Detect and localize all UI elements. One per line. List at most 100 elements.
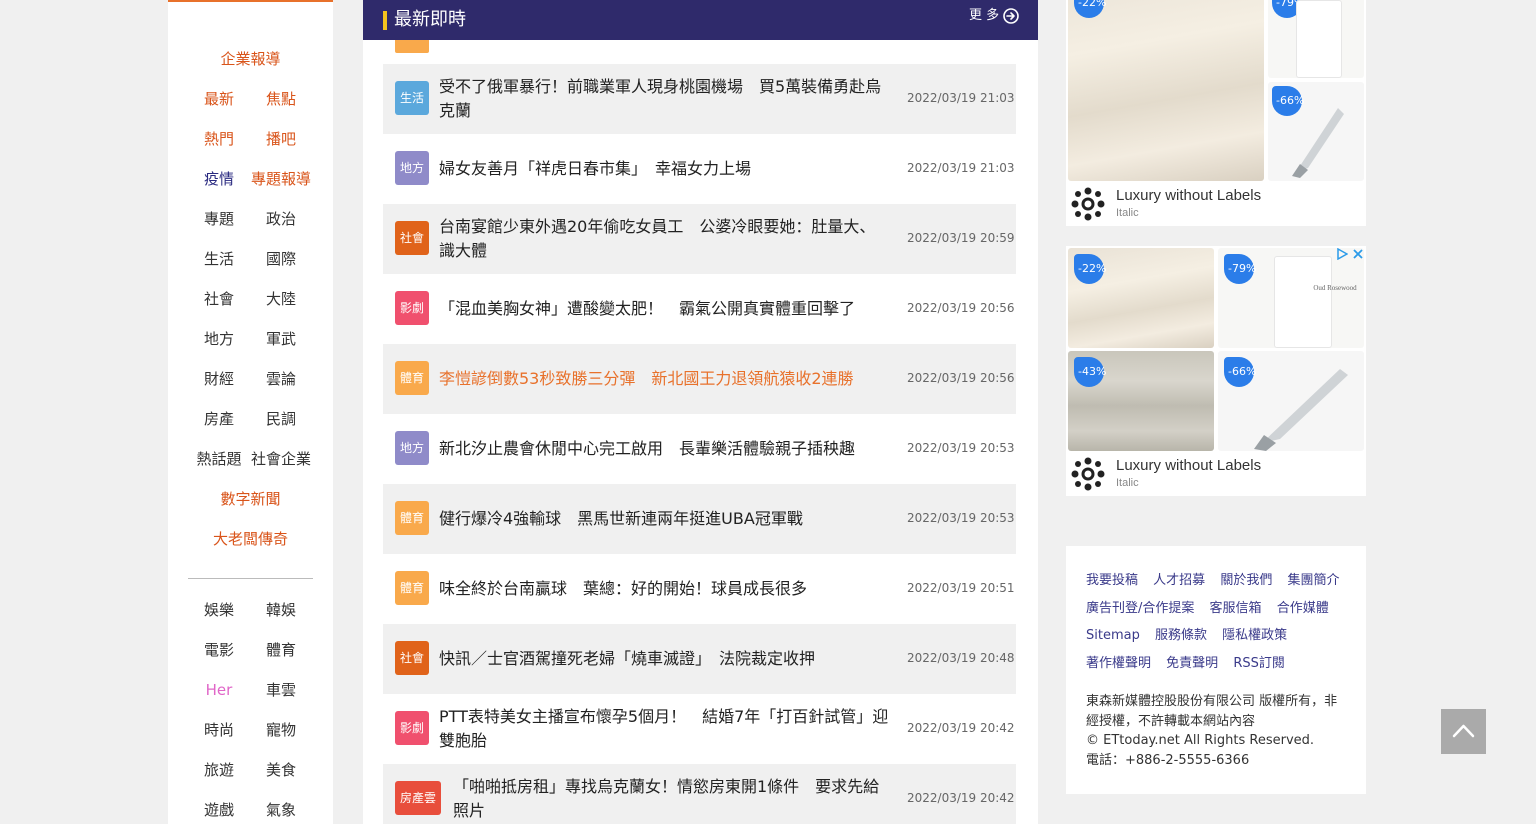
sidebar-item-military[interactable]: 軍武 <box>246 329 316 349</box>
sidebar-item-social-enterprise[interactable]: 社會企業 <box>246 449 316 469</box>
link-rss[interactable]: RSS訂閱 <box>1233 656 1285 671</box>
news-item[interactable]: 體育 健行爆冷4強輸球 黑馬世新連兩年挺進UBA冠軍戰 2022/03/19 2… <box>383 484 1016 554</box>
sidebar-item-pets[interactable]: 寵物 <box>246 720 316 740</box>
sidebar-item-food[interactable]: 美食 <box>246 760 316 780</box>
link-group-profile[interactable]: 集團簡介 <box>1287 573 1339 588</box>
sidebar-item-life[interactable]: 生活 <box>184 249 254 269</box>
ad-product-image-towel[interactable]: -22% <box>1068 248 1214 348</box>
sidebar-item-hot-topics[interactable]: 熱話題 <box>184 449 254 469</box>
link-careers[interactable]: 人才招募 <box>1153 573 1205 588</box>
category-tag[interactable]: 影劇 <box>395 711 429 745</box>
sidebar-item-cars[interactable]: 車雲 <box>246 680 316 700</box>
arrow-right-circle-icon[interactable] <box>1003 8 1019 24</box>
sidebar-item-travel[interactable]: 旅遊 <box>184 760 254 780</box>
category-tag[interactable]: 體育 <box>395 501 429 535</box>
news-title[interactable]: 味全終於台南贏球 葉總：好的開始！球員成長很多 <box>439 565 889 613</box>
category-tag[interactable]: 生活 <box>395 81 429 115</box>
ad-banner-2[interactable]: -22% -79% Oud Rosewood -43% -66% Luxury … <box>1066 246 1366 496</box>
news-item[interactable]: 體育 味全終於台南贏球 葉總：好的開始！球員成長很多 2022/03/19 20… <box>383 554 1016 624</box>
back-to-top-button[interactable] <box>1441 709 1486 754</box>
sidebar-item-data-news[interactable]: 數字新聞 <box>168 489 333 509</box>
sidebar-item-china[interactable]: 大陸 <box>246 289 316 309</box>
news-item[interactable]: 房產雲 「啪啪抵房租」專找烏克蘭女！情慾房東開1條件 要求先給照片 2022/0… <box>383 764 1016 824</box>
news-item[interactable]: 社會 台南宴館少東外遇20年偷吃女員工 公婆冷眼要她：肚量大、識大體 2022/… <box>383 204 1016 274</box>
category-tag[interactable]: 社會 <box>395 221 429 255</box>
sidebar-item-opinion[interactable]: 雲論 <box>246 369 316 389</box>
link-submit-news[interactable]: 我要投稿 <box>1086 573 1138 588</box>
ad-brand-name[interactable]: Luxury without Labels <box>1116 457 1261 475</box>
sidebar-item-bobar[interactable]: 播吧 <box>246 129 316 149</box>
news-item[interactable]: 體育 李愷諺倒數53秒致勝三分彈 新北國王力退領航猿收2連勝 2022/03/1… <box>383 344 1016 414</box>
news-item[interactable]: 生活 受不了俄軍暴行！前職業軍人現身桃園機場 買5萬裝備勇赴烏克蘭 2022/0… <box>383 64 1016 134</box>
sidebar-item-korean-ent[interactable]: 韓娛 <box>246 600 316 620</box>
sidebar-item-topics[interactable]: 專題 <box>184 209 254 229</box>
link-disclaimer[interactable]: 免責聲明 <box>1166 656 1218 671</box>
sidebar-item-movies[interactable]: 電影 <box>184 640 254 660</box>
sidebar-item-weather[interactable]: 氣象 <box>246 800 316 820</box>
sidebar-item-boss-legend[interactable]: 大老闆傳奇 <box>168 529 333 549</box>
news-item[interactable]: 社會 快訊／士官酒駕撞死老婦「燒車滅證」 法院裁定收押 2022/03/19 2… <box>383 624 1016 694</box>
sidebar-item-sports[interactable]: 體育 <box>246 640 316 660</box>
news-title[interactable]: 李愷諺倒數53秒致勝三分彈 新北國王力退領航猿收2連勝 <box>439 355 889 403</box>
sidebar-item-latest[interactable]: 最新 <box>184 89 254 109</box>
sidebar-item-polls[interactable]: 民調 <box>246 409 316 429</box>
link-terms[interactable]: 服務條款 <box>1155 628 1207 643</box>
ad-banner-1[interactable]: -22% -79% -66% Luxury without Labels Ita… <box>1066 0 1366 226</box>
sidebar-item-hot[interactable]: 熱門 <box>184 129 254 149</box>
close-icon[interactable] <box>1352 248 1364 260</box>
sidebar-item-fashion[interactable]: 時尚 <box>184 720 254 740</box>
sidebar-item-finance[interactable]: 財經 <box>184 369 254 389</box>
ad-product-image-cup[interactable]: -79% Oud Rosewood <box>1218 248 1364 348</box>
link-copyright[interactable]: 著作權聲明 <box>1086 656 1151 671</box>
category-tag[interactable]: 體育 <box>395 571 429 605</box>
category-tag[interactable]: 社會 <box>395 641 429 675</box>
news-title[interactable]: 「混血美胸女神」遭酸變太肥！ 霸氣公開真實體重回擊了 <box>439 285 889 333</box>
sidebar-item-international[interactable]: 國際 <box>246 249 316 269</box>
adchoices-icon[interactable] <box>1336 248 1348 260</box>
sidebar-item-local[interactable]: 地方 <box>184 329 254 349</box>
news-title[interactable]: 受不了俄軍暴行！前職業軍人現身桃園機場 買5萬裝備勇赴烏克蘭 <box>439 75 889 123</box>
news-item[interactable]: 影劇 PTT表特美女主播宣布懷孕5個月！ 結婚7年「打百針試管」迎雙胞胎 202… <box>383 694 1016 764</box>
sidebar-item-epidemic[interactable]: 疫情 <box>184 169 254 189</box>
ad-product-image-knife[interactable]: -66% <box>1218 351 1364 451</box>
category-tag[interactable]: 體育 <box>395 361 429 395</box>
brand-logo-icon <box>1071 187 1105 221</box>
sidebar-row: 最新 焦點 <box>168 89 333 109</box>
ad-product-image-towel[interactable]: -22% <box>1068 0 1264 181</box>
news-title[interactable]: 婦女友善月「祥虎日春市集」 幸福女力上場 <box>439 145 889 193</box>
sidebar-item-enterprise-report[interactable]: 企業報導 <box>168 49 333 69</box>
category-tag[interactable]: 影劇 <box>395 291 429 325</box>
news-title[interactable]: 快訊／士官酒駕撞死老婦「燒車滅證」 法院裁定收押 <box>439 635 889 683</box>
sidebar-item-games[interactable]: 遊戲 <box>184 800 254 820</box>
news-title[interactable]: PTT表特美女主播宣布懷孕5個月！ 結婚7年「打百針試管」迎雙胞胎 <box>439 705 889 753</box>
news-item[interactable]: 影劇 「混血美胸女神」遭酸變太肥！ 霸氣公開真實體重回擊了 2022/03/19… <box>383 274 1016 344</box>
more-link[interactable]: 更 多 <box>969 7 999 25</box>
category-tag[interactable]: 地方 <box>395 151 429 185</box>
latest-news-panel: 生活 受不了俄軍暴行！前職業軍人現身桃園機場 買5萬裝備勇赴烏克蘭 2022/0… <box>363 0 1038 824</box>
ad-brand-name[interactable]: Luxury without Labels <box>1116 187 1261 205</box>
news-item[interactable]: 地方 婦女友善月「祥虎日春市集」 幸福女力上場 2022/03/19 21:03 <box>383 134 1016 204</box>
link-customer-service[interactable]: 客服信箱 <box>1210 601 1262 616</box>
news-title[interactable]: 「啪啪抵房租」專找烏克蘭女！情慾房東開1條件 要求先給照片 <box>453 775 889 823</box>
news-title[interactable]: 健行爆冷4強輸球 黑馬世新連兩年挺進UBA冠軍戰 <box>439 495 889 543</box>
link-privacy[interactable]: 隱私權政策 <box>1222 628 1287 643</box>
ad-product-image-knife[interactable]: -66% <box>1268 82 1364 181</box>
sidebar-item-politics[interactable]: 政治 <box>246 209 316 229</box>
category-tag[interactable]: 地方 <box>395 431 429 465</box>
sidebar-item-realestate[interactable]: 房產 <box>184 409 254 429</box>
category-tag[interactable]: 房產雲 <box>395 781 441 815</box>
ad-product-image-linen[interactable]: -43% <box>1068 351 1214 451</box>
link-about-us[interactable]: 關於我們 <box>1220 573 1272 588</box>
news-title[interactable]: 新北汐止農會休閒中心完工啟用 長輩樂活體驗親子插秧趣 <box>439 425 889 473</box>
news-title[interactable]: 台南宴館少東外遇20年偷吃女員工 公婆冷眼要她：肚量大、識大體 <box>439 215 889 263</box>
link-sitemap[interactable]: Sitemap <box>1086 628 1140 643</box>
link-partner-media[interactable]: 合作媒體 <box>1277 601 1329 616</box>
sidebar-item-special-report[interactable]: 專題報導 <box>246 169 316 189</box>
link-advertising[interactable]: 廣告刊登/合作提案 <box>1086 601 1194 616</box>
sidebar-item-entertainment[interactable]: 娛樂 <box>184 600 254 620</box>
ad-product-image-cup[interactable]: -79% <box>1268 0 1364 78</box>
sidebar-item-her[interactable]: Her <box>184 680 254 700</box>
news-item[interactable]: 地方 新北汐止農會休閒中心完工啟用 長輩樂活體驗親子插秧趣 2022/03/19… <box>383 414 1016 484</box>
sidebar-item-focus[interactable]: 焦點 <box>246 89 316 109</box>
sidebar-item-society[interactable]: 社會 <box>184 289 254 309</box>
